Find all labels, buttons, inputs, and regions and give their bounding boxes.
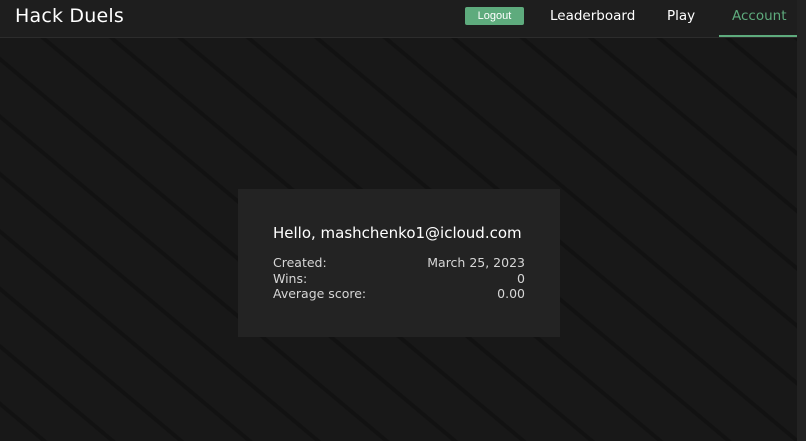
account-greeting: Hello, mashchenko1@icloud.com: [273, 224, 522, 242]
stat-value-average-score: 0.00: [497, 286, 525, 301]
active-tab-indicator: [719, 35, 797, 37]
nav-link-leaderboard[interactable]: Leaderboard: [550, 7, 635, 25]
stat-label-created: Created:: [273, 255, 327, 270]
stat-value-created: March 25, 2023: [427, 255, 525, 270]
top-navbar: Hack Duels Logout Leaderboard Play Accou…: [0, 0, 806, 38]
stat-label-average-score: Average score:: [273, 286, 367, 301]
stat-row-created: Created: March 25, 2023: [273, 255, 525, 271]
stat-row-wins: Wins: 0: [273, 271, 525, 287]
brand-title[interactable]: Hack Duels: [15, 4, 124, 28]
logout-button[interactable]: Logout: [465, 7, 524, 25]
window-edge: [797, 0, 806, 441]
nav-link-play[interactable]: Play: [667, 7, 695, 25]
stat-label-wins: Wins:: [273, 271, 308, 286]
nav-link-account[interactable]: Account: [732, 7, 787, 25]
stat-value-wins: 0: [517, 271, 525, 286]
stat-row-average-score: Average score: 0.00: [273, 286, 525, 302]
account-card: Hello, mashchenko1@icloud.com Created: M…: [238, 189, 560, 337]
